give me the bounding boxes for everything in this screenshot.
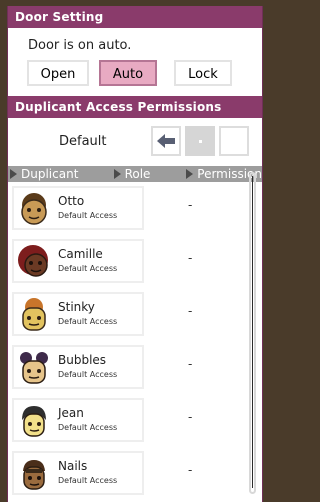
- duplicant-name: Otto: [58, 194, 85, 208]
- permission-value: -: [188, 410, 193, 424]
- default-right-toggle[interactable]: [219, 126, 249, 156]
- open-button[interactable]: Open: [27, 60, 89, 86]
- duplicant-list: Otto Default Access Camille Default Acce…: [8, 182, 262, 495]
- permission-value: -: [188, 198, 193, 212]
- sort-arrow-icon: [186, 169, 194, 179]
- duplicant-access: Default Access: [58, 317, 118, 326]
- permission-value: -: [188, 357, 193, 371]
- door-setting-header: Door Setting: [8, 6, 262, 28]
- duplicant-avatar-icon: [21, 193, 47, 225]
- list-item[interactable]: Stinky Default Access: [12, 292, 144, 336]
- auto-button[interactable]: Auto: [99, 60, 157, 86]
- default-left-toggle[interactable]: [151, 126, 181, 156]
- list-item[interactable]: Jean Default Access: [12, 398, 144, 442]
- list-item[interactable]: Camille Default Access: [12, 239, 144, 283]
- permission-value: -: [188, 463, 193, 477]
- permission-value: -: [188, 251, 193, 265]
- permission-value: -: [188, 304, 193, 318]
- duplicant-avatar-icon: [18, 245, 48, 277]
- default-middle-toggle[interactable]: [185, 126, 215, 156]
- list-item[interactable]: Otto Default Access: [12, 186, 144, 230]
- access-permissions-header: Duplicant Access Permissions: [8, 96, 262, 118]
- scrollbar-thumb[interactable]: [252, 176, 253, 488]
- duplicant-name: Jean: [58, 406, 84, 420]
- duplicant-name: Camille: [58, 247, 103, 261]
- duplicant-name: Nails: [58, 459, 88, 473]
- sort-arrow-icon: [10, 169, 17, 179]
- duplicant-avatar-icon: [23, 460, 45, 490]
- column-role[interactable]: Role: [112, 166, 185, 182]
- list-scrollbar[interactable]: [249, 172, 256, 494]
- duplicant-access: Default Access: [58, 264, 118, 273]
- duplicant-avatar-icon: [22, 298, 46, 331]
- duplicant-access: Default Access: [58, 370, 118, 379]
- column-duplicant[interactable]: Duplicant: [8, 166, 112, 182]
- duplicant-name: Stinky: [58, 300, 95, 314]
- lock-button[interactable]: Lock: [174, 60, 232, 86]
- duplicant-access: Default Access: [58, 476, 118, 485]
- duplicant-avatar-icon: [22, 406, 46, 437]
- default-permission-row: Default: [8, 118, 262, 164]
- duplicant-name: Bubbles: [58, 353, 107, 367]
- duplicant-access: Default Access: [58, 211, 118, 220]
- duplicant-access: Default Access: [58, 423, 118, 432]
- door-settings-panel: Door Setting Door is on auto. Open Auto …: [7, 6, 263, 502]
- sort-arrow-icon: [113, 169, 121, 179]
- default-label: Default: [59, 133, 107, 149]
- door-mode-buttons: Open Auto Lock: [8, 54, 262, 86]
- arrow-left-icon: [157, 134, 175, 148]
- permissions-table-header: Duplicant Role Permission: [8, 166, 262, 182]
- list-item[interactable]: Nails Default Access: [12, 451, 144, 495]
- list-item[interactable]: Bubbles Default Access: [12, 345, 144, 389]
- duplicant-avatar-icon: [20, 352, 48, 384]
- dot-icon: [198, 139, 202, 143]
- door-status-text: Door is on auto.: [28, 38, 132, 53]
